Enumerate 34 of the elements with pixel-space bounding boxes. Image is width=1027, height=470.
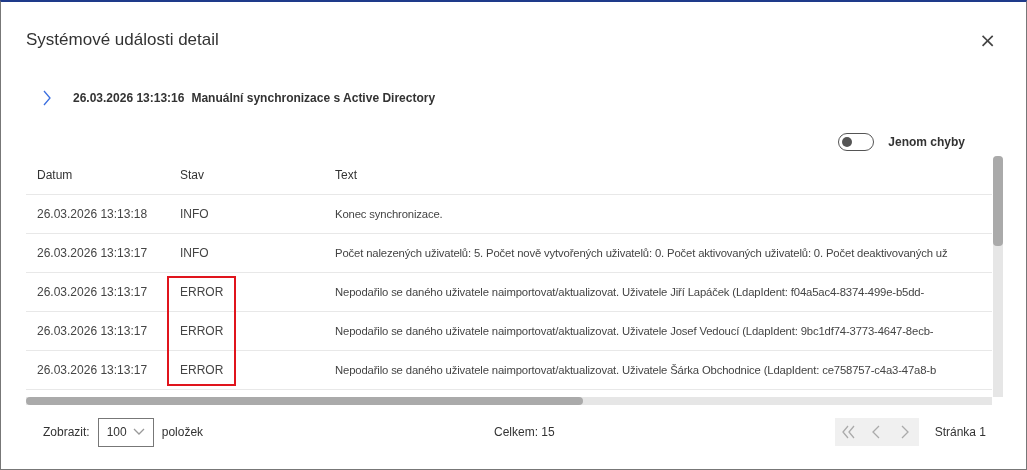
table-cell-text: INFO bbox=[180, 246, 210, 260]
items-label: položek bbox=[161, 425, 204, 439]
dialog-title: Systémové události detail bbox=[26, 30, 219, 50]
table-cell-text: Nepodařilo se daného uživatele naimportovat/aktualizovat. Uživatele Josef Vedoucí (LdapIdent: 9bc1df74-3773-4647-8ecb- bbox=[335, 325, 935, 337]
close-button[interactable]: × bbox=[975, 30, 1000, 50]
column-header: Stav bbox=[180, 168, 205, 182]
chevron-right-icon[interactable] bbox=[41, 90, 53, 106]
table-cell-text: 26.03.2026 13:13:17 bbox=[36, 285, 149, 299]
event-time: 26.03.2026 13:13:16 bbox=[73, 91, 185, 105]
table-cell-text: 26.03.2026 13:13:17 bbox=[36, 246, 149, 260]
table-cell-text: Nepodařilo se daného uživatele naimportovat/aktualizovat. Uživatele Šárka Obchodnice (LdapIdent: ce758757-c4a3-47a8-b bbox=[335, 364, 938, 376]
table-cell-text: Počet nalezených uživatelů: 5. Počet nově vytvořených uživatelů: 0. Počet aktivovaných uživatelů: 0. Počet deaktivovaných už bbox=[335, 247, 949, 259]
double-chevron-icon bbox=[841, 425, 857, 439]
show-label: Zobrazit: bbox=[43, 425, 90, 439]
table-cell-text: Nepodařilo se daného uživatele naimportovat/aktualizovat. Uživatele Jiří Lapáček (LdapIdent: f04a5ac4-8374-499e-b5dd- bbox=[335, 286, 926, 298]
table-cell-text: INFO bbox=[180, 207, 210, 221]
column-header: Text bbox=[335, 168, 358, 182]
horizontal-scrollbar[interactable] bbox=[26, 397, 992, 405]
table-cell-text: ERROR bbox=[180, 324, 225, 338]
total-count: Celkem: 15 bbox=[494, 425, 555, 439]
toggle-label: Jenom chyby bbox=[888, 135, 965, 149]
table-cell-text: ERROR bbox=[180, 285, 225, 299]
table-cell-text: 26.03.2026 13:13:17 bbox=[36, 363, 149, 377]
page-label: Stránka 1 bbox=[934, 425, 986, 439]
table-cell-text: 26.03.2026 13:13:17 bbox=[36, 324, 149, 338]
vertical-scrollbar[interactable] bbox=[993, 156, 1003, 397]
page-size-select[interactable]: 100 bbox=[97, 417, 154, 447]
column-header: Datum bbox=[36, 168, 74, 182]
table-cell-text: 26.03.2026 13:13:18 bbox=[36, 207, 149, 221]
caret-icon bbox=[132, 428, 145, 436]
event-name: Manuální synchronizace s Active Directory bbox=[191, 91, 436, 105]
table-cell-text: Konec synchronizace. bbox=[335, 208, 444, 220]
toggle-switch[interactable] bbox=[838, 133, 875, 151]
table-cell-text: ERROR bbox=[180, 363, 225, 377]
